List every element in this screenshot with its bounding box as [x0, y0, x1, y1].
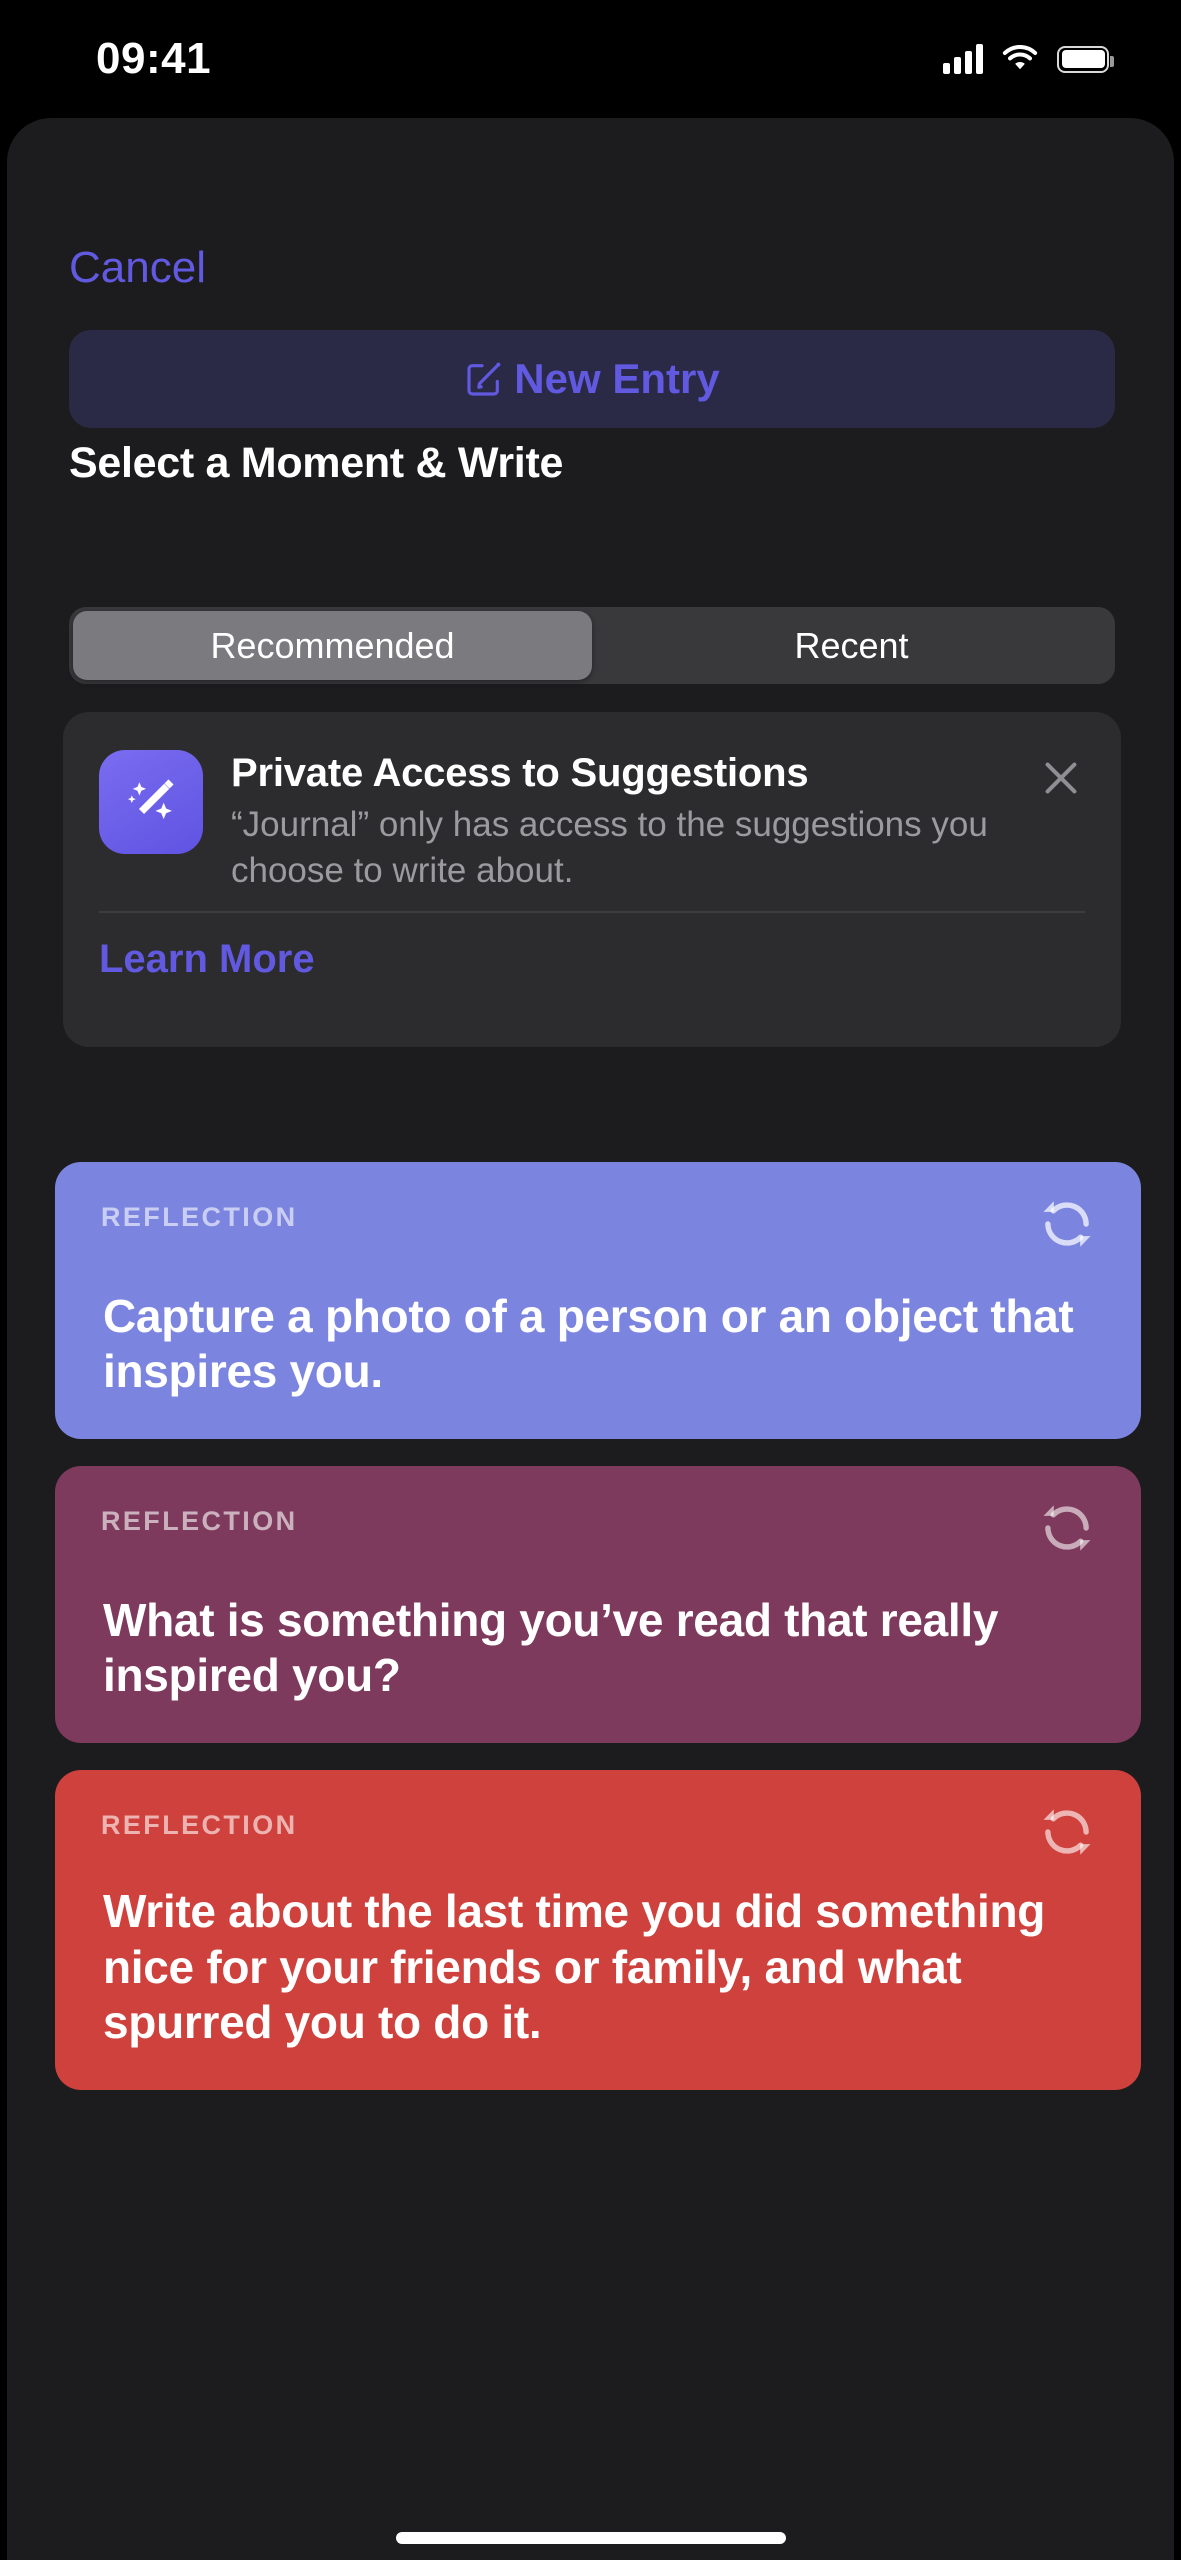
new-entry-label: New Entry — [514, 355, 720, 402]
suggestion-card-kicker: REFLECTION — [101, 1810, 298, 1840]
learn-more-link[interactable]: Learn More — [99, 913, 315, 982]
suggestion-card-prompt: Write about the last time you did someth… — [103, 1885, 1046, 2048]
phone-screen: 09:41 Cancel New Entry Select a Moment &… — [0, 0, 1181, 2560]
suggestion-card-prompt: What is something you’ve read that reall… — [103, 1593, 999, 1701]
magic-wand-sparkles-icon — [99, 750, 203, 854]
privacy-notice-body: “Journal” only has access to the suggest… — [231, 805, 988, 890]
wifi-icon — [1002, 45, 1038, 70]
suggestion-card-kicker: REFLECTION — [101, 1202, 298, 1232]
suggestion-card-prompt: Capture a photo of a person or an object… — [103, 1289, 1074, 1397]
battery-icon — [1057, 45, 1114, 73]
privacy-notice-card: Private Access to Suggestions “Journal” … — [63, 712, 1121, 1047]
moment-source-segmented-control[interactable]: Recommended Recent — [69, 607, 1115, 684]
status-bar: 09:41 — [0, 0, 1181, 118]
status-bar-time: 09:41 — [96, 34, 212, 83]
privacy-notice-title: Private Access to Suggestions — [231, 751, 809, 795]
suggestion-card-kicker: REFLECTION — [101, 1506, 298, 1536]
refresh-circular-arrows-icon[interactable] — [1033, 1190, 1101, 1258]
refresh-circular-arrows-icon[interactable] — [1033, 1494, 1101, 1562]
tab-recommended[interactable]: Recommended — [73, 611, 592, 680]
status-bar-indicators — [943, 44, 1114, 74]
new-entry-button[interactable]: New Entry — [69, 330, 1115, 428]
sheet-navigation-bar: Cancel — [69, 243, 206, 293]
tab-recent[interactable]: Recent — [592, 611, 1111, 680]
privacy-notice-header: Private Access to Suggestions “Journal” … — [99, 750, 1085, 893]
refresh-circular-arrows-icon[interactable] — [1033, 1798, 1101, 1866]
cancel-button[interactable]: Cancel — [69, 243, 206, 293]
compose-square-pencil-icon — [467, 362, 501, 396]
privacy-notice-text: Private Access to Suggestions “Journal” … — [231, 750, 1085, 893]
close-x-icon[interactable] — [1037, 754, 1085, 802]
suggestion-card[interactable]: REFLECTION Capture a photo of a person o… — [55, 1162, 1141, 1439]
page-title: Select a Moment & Write — [69, 439, 564, 487]
cellular-signal-icon — [943, 44, 983, 74]
suggestion-card[interactable]: REFLECTION Write about the last time you… — [55, 1770, 1141, 2090]
journal-sheet: Cancel New Entry Select a Moment & Write… — [7, 118, 1174, 2560]
home-indicator[interactable] — [395, 2532, 786, 2544]
suggestion-card[interactable]: REFLECTION What is something you’ve read… — [55, 1466, 1141, 1743]
